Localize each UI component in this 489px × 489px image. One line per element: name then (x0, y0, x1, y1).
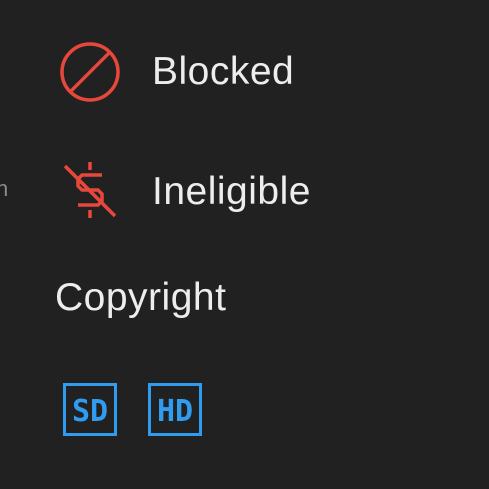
monetization-status-panel: n Blocked Ineligible Copyright SD HD (0, 0, 489, 489)
sd-badge-icon: SD (63, 383, 117, 436)
status-label-blocked: Blocked (152, 50, 295, 93)
blocked-circle-slash-icon (60, 42, 120, 102)
status-row-blocked: Blocked (58, 40, 294, 104)
hd-badge-icon: HD (148, 383, 202, 436)
copyright-title: Copyright (55, 276, 227, 319)
offscreen-text-fragment: n (0, 176, 9, 201)
dollar-crossed-icon (63, 162, 117, 218)
sd-badge-label: SD (72, 394, 108, 429)
copyright-badges: SD HD (63, 383, 202, 436)
status-label-ineligible: Ineligible (152, 170, 311, 213)
status-row-ineligible: Ineligible (58, 160, 311, 224)
hd-badge-label: HD (157, 394, 193, 429)
